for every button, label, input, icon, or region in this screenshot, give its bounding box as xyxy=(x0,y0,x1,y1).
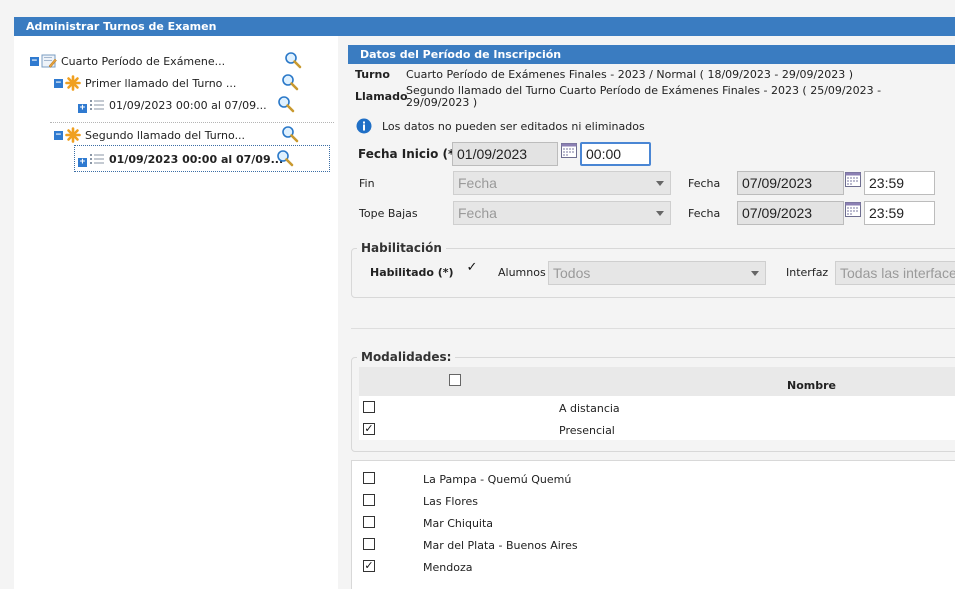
search-icon[interactable] xyxy=(277,95,295,113)
sede-name: Mendoza xyxy=(423,561,473,574)
tope-bajas-label: Tope Bajas xyxy=(359,207,418,220)
tree-panel xyxy=(14,36,338,589)
interfaz-select-value: Todas las interfaces xyxy=(840,265,955,281)
page-title: Administrar Turnos de Examen xyxy=(26,20,217,33)
calendar-icon[interactable] xyxy=(845,201,861,217)
collapse-icon[interactable]: − xyxy=(30,56,39,66)
page-header: Administrar Turnos de Examen xyxy=(14,17,955,36)
search-icon[interactable] xyxy=(284,51,302,69)
folder-edit-icon xyxy=(41,54,57,68)
divider xyxy=(351,328,955,329)
habilitado-checkbox[interactable]: ✓ xyxy=(466,261,478,275)
tope-time-input[interactable]: 23:59 xyxy=(864,201,935,225)
tope-bajas-select-value: Fecha xyxy=(458,205,497,221)
fin-select-value: Fecha xyxy=(458,175,497,191)
fecha-inicio-date-input[interactable]: 01/09/2023 xyxy=(452,142,558,166)
tope-bajas-select[interactable]: Fecha xyxy=(453,201,671,225)
calendar-icon[interactable] xyxy=(561,142,577,158)
tree-call1-date-label: 01/09/2023 00:00 al 07/09... xyxy=(109,98,267,112)
tope-date-input[interactable]: 07/09/2023 xyxy=(737,201,844,225)
star-icon xyxy=(65,75,81,91)
fecha-inicio-time-input[interactable]: 00:00 xyxy=(580,142,651,166)
tree-call2-label: Segundo llamado del Turno... xyxy=(85,128,246,142)
tree-node-call2-date[interactable]: + 01/09/2023 00:00 al 07/09... xyxy=(78,150,283,168)
table-row xyxy=(359,396,955,418)
alumnos-label: Alumnos xyxy=(498,266,546,279)
list-icon xyxy=(90,100,104,110)
row-checkbox[interactable] xyxy=(363,401,375,413)
modalidad-name: A distancia xyxy=(559,402,620,415)
fin-label: Fin xyxy=(359,177,375,190)
alumnos-select-value: Todos xyxy=(553,265,591,281)
section-header: Datos del Período de Inscripción xyxy=(348,45,955,64)
tree-node-call1-date[interactable]: + 01/09/2023 00:00 al 07/09... xyxy=(78,96,267,114)
sede-name: Las Flores xyxy=(423,495,478,508)
collapse-icon[interactable]: − xyxy=(54,130,63,140)
fin-time-input[interactable]: 23:59 xyxy=(864,171,935,195)
tree-call2-date-label: 01/09/2023 00:00 al 07/09... xyxy=(109,152,284,166)
section-title: Datos del Período de Inscripción xyxy=(360,48,562,61)
fecha-inicio-label: Fecha Inicio (*) xyxy=(358,147,460,161)
chevron-down-icon xyxy=(751,271,759,276)
select-all-checkbox[interactable] xyxy=(449,374,461,386)
expand-icon[interactable]: + xyxy=(78,103,87,113)
sede-name: Mar del Plata - Buenos Aires xyxy=(423,539,578,552)
collapse-icon[interactable]: − xyxy=(54,78,63,88)
interfaz-select[interactable]: Todas las interfaces xyxy=(835,261,955,285)
tope-fecha-label: Fecha xyxy=(688,207,721,220)
chevron-down-icon xyxy=(656,211,664,216)
fin-fecha-label: Fecha xyxy=(688,177,721,190)
turno-value: Cuarto Período de Exámenes Finales - 202… xyxy=(406,68,854,81)
search-icon[interactable] xyxy=(281,73,299,91)
tree-root-label: Cuarto Período de Exámene... xyxy=(61,54,226,68)
row-checkbox[interactable] xyxy=(363,516,375,528)
interfaz-label: Interfaz xyxy=(786,266,829,279)
tree-node-root[interactable]: − Cuarto Período de Exámene... xyxy=(30,52,225,70)
calendar-icon[interactable] xyxy=(845,171,861,187)
column-nombre: Nombre xyxy=(787,379,836,392)
row-checkbox[interactable] xyxy=(363,472,375,484)
list-icon xyxy=(90,154,104,164)
sede-name: La Pampa - Quemú Quemú xyxy=(423,473,572,486)
alumnos-select[interactable]: Todos xyxy=(548,261,766,285)
llamado-value-line2: 29/09/2023 ) xyxy=(406,96,478,109)
table-row xyxy=(359,418,955,440)
fin-date-input[interactable]: 07/09/2023 xyxy=(737,171,844,195)
expand-icon[interactable]: + xyxy=(78,157,87,167)
chevron-down-icon xyxy=(656,181,664,186)
modalidad-name: Presencial xyxy=(559,424,615,437)
tree-node-call1[interactable]: − Primer llamado del Turno ... xyxy=(54,74,236,92)
tree-separator xyxy=(50,122,334,123)
modalidades-legend: Modalidades: xyxy=(357,350,456,364)
search-icon[interactable] xyxy=(281,125,299,143)
star-icon xyxy=(65,127,81,143)
info-text: Los datos no pueden ser editados ni elim… xyxy=(382,120,645,133)
search-icon[interactable] xyxy=(276,149,294,167)
tree-node-call2[interactable]: − Segundo llamado del Turno... xyxy=(54,126,245,144)
turno-label: Turno xyxy=(355,68,390,81)
habilitacion-legend: Habilitación xyxy=(357,241,446,255)
info-icon xyxy=(356,118,372,134)
top-strip xyxy=(0,0,955,17)
sede-name: Mar Chiquita xyxy=(423,517,494,530)
llamado-value-line1: Segundo llamado del Turno Cuarto Período… xyxy=(406,84,882,97)
llamado-label: Llamado xyxy=(355,90,408,103)
row-checkbox[interactable] xyxy=(363,538,375,550)
fin-select[interactable]: Fecha xyxy=(453,171,671,195)
habilitado-label: Habilitado (*) xyxy=(370,266,454,279)
tree-call1-label: Primer llamado del Turno ... xyxy=(85,76,237,90)
row-checkbox[interactable]: ✓ xyxy=(363,423,375,435)
row-checkbox[interactable] xyxy=(363,494,375,506)
row-checkbox[interactable]: ✓ xyxy=(363,560,375,572)
